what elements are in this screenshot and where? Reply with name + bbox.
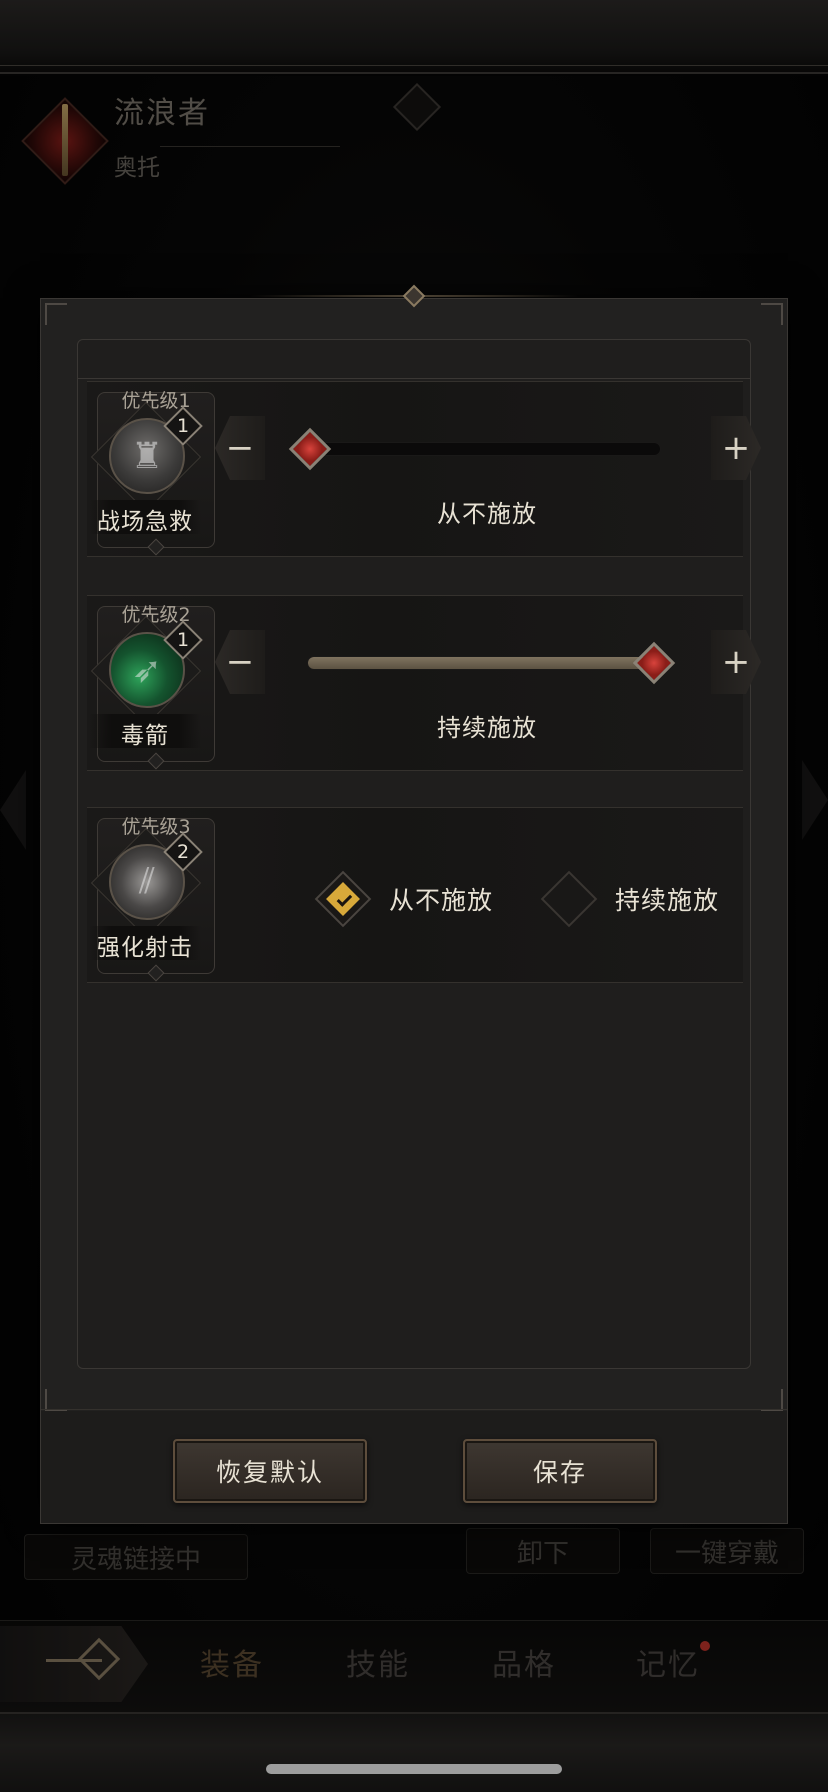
corner-ornament <box>45 303 67 325</box>
option-label: 从不施放 <box>389 886 494 915</box>
checkmark-icon <box>336 891 353 907</box>
cast-slider-track[interactable] <box>307 656 662 670</box>
increase-button[interactable]: + <box>711 416 761 480</box>
priority-label: 优先级2 <box>121 604 191 626</box>
skill-row-2: 优先级2 ➶ 1 毒箭 − + 持续施放 <box>87 595 761 771</box>
never-cast-option[interactable]: 从不施放 <box>314 870 494 928</box>
priority-label: 优先级3 <box>121 816 191 838</box>
save-button[interactable]: 保存 <box>463 1439 657 1503</box>
level-number: 1 <box>176 415 190 437</box>
decrease-button[interactable]: − <box>215 630 265 694</box>
slider-fill <box>308 657 662 669</box>
increase-button[interactable]: + <box>711 630 761 694</box>
divider <box>78 378 750 379</box>
skill-name: 毒箭 <box>121 723 169 749</box>
skill-name: 战场急救 <box>97 509 193 535</box>
skill-name: 强化射击 <box>97 935 193 961</box>
priority-label: 优先级1 <box>121 390 191 412</box>
divider <box>41 1409 787 1410</box>
cast-mode-label: 持续施放 <box>437 714 537 742</box>
skill-row-1: 优先级1 ♜ 1 战场急救 − + 从不施放 <box>87 381 761 557</box>
cast-slider-track[interactable] <box>307 442 661 456</box>
level-number: 1 <box>176 629 190 651</box>
dialog-footer <box>41 1411 787 1523</box>
slider-thumb[interactable] <box>632 641 676 685</box>
corner-ornament <box>761 1389 783 1411</box>
cast-mode-label: 从不施放 <box>437 500 537 528</box>
slider-thumb[interactable] <box>288 427 332 471</box>
checkbox-unchecked[interactable] <box>540 870 598 928</box>
level-number: 2 <box>176 841 190 863</box>
corner-ornament <box>761 303 783 325</box>
skill-cast-settings-dialog: 优先级1 ♜ 1 战场急救 − + 从不施放 优先级2 ➶ 1 毒箭 − + 持… <box>40 298 788 1524</box>
always-cast-option[interactable]: 持续施放 <box>540 870 720 928</box>
option-label: 持续施放 <box>615 886 720 915</box>
skill-row-3: 优先级3 ⫽ 2 强化射击 从不施放 持续施放 <box>87 807 743 983</box>
decrease-button[interactable]: − <box>215 416 265 480</box>
corner-ornament <box>45 1389 67 1411</box>
checkbox-checked[interactable] <box>314 870 372 928</box>
reset-default-button[interactable]: 恢复默认 <box>173 1439 367 1503</box>
